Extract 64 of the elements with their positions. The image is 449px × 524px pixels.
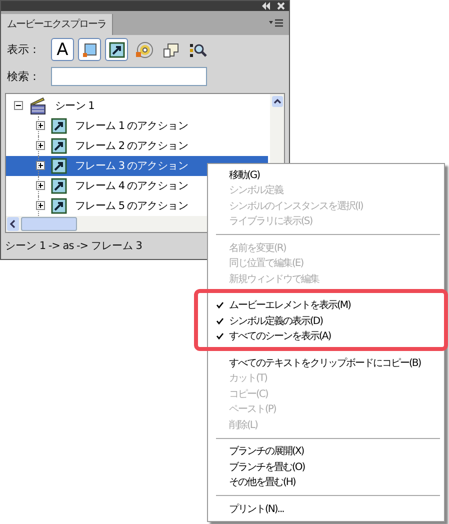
menu-item-label: コピー(C)	[229, 388, 268, 401]
square-symbol-icon	[82, 42, 98, 58]
search-label: 検索：	[7, 68, 41, 84]
disc-icon	[134, 40, 152, 59]
component-icon	[162, 42, 178, 58]
menu-item-label: 新規ウィンドウで編集	[229, 272, 319, 286]
collapse-toggle-icon[interactable]	[14, 101, 23, 110]
filter-toggle[interactable]	[105, 38, 128, 62]
arrow-square-icon	[51, 158, 67, 174]
search-field[interactable]	[51, 66, 207, 86]
menu-item-label: ライブラリに表示(S)	[229, 214, 312, 228]
tree-row[interactable]: フレーム 2 のアクション	[6, 136, 268, 156]
scroll-up-icon[interactable]	[272, 96, 282, 107]
arrow-square-icon	[51, 198, 67, 214]
tree-item[interactable]: シーン 1	[53, 98, 96, 113]
arrow-square-icon	[51, 138, 67, 154]
menu-item[interactable]: ブランチを畳む(O)	[210, 459, 442, 474]
menu-item-label: カット(T)	[229, 372, 267, 386]
tree-item-label: フレーム 5 のアクション	[74, 198, 189, 213]
show-label: 表示：	[7, 42, 41, 58]
status-bar-text: シーン 1 -> as -> フレーム 3	[5, 240, 142, 252]
menu-item[interactable]: ムービーエレメントを表示(M)	[210, 298, 442, 313]
magnifier-icon	[188, 42, 206, 58]
expand-toggle-icon[interactable]	[36, 141, 45, 150]
menu-item[interactable]: すべてのテキストをクリップボードにコピー(B)	[210, 355, 442, 370]
menu-item-label: ムービーエレメントを表示(M)	[229, 298, 350, 312]
menu-item-label: その他を畳む(H)	[229, 476, 296, 490]
expand-toggle-icon[interactable]	[36, 121, 45, 130]
expand-toggle-icon[interactable]	[36, 181, 45, 190]
arrow-square-icon	[51, 178, 67, 194]
menu-item-label: プリント(N)...	[229, 502, 284, 516]
filter-toggle[interactable]: A	[51, 38, 74, 62]
menu-item-label: ブランチの展開(X)	[229, 444, 304, 458]
scroll-thumb[interactable]	[21, 217, 77, 231]
scroll-left-icon[interactable]	[7, 217, 19, 231]
tree-row[interactable]: フレーム 1 のアクション	[6, 116, 268, 136]
menu-item[interactable]: すべてのシーンを表示(A)	[210, 328, 442, 344]
expand-toggle-icon[interactable]	[36, 161, 45, 170]
menu-item-label: 名前を変更(R)	[229, 242, 286, 255]
arrow-square-icon	[108, 42, 124, 58]
tree-item-label: フレーム 2 のアクション	[74, 138, 189, 153]
menu-item[interactable]: シンボル定義の表示(D)	[210, 313, 442, 328]
menu-item-label: 削除(L)	[229, 418, 258, 432]
tree-item-label: フレーム 4 のアクション	[74, 178, 189, 193]
menu-item[interactable]: ブランチの展開(X)	[210, 444, 442, 459]
arrow-square-icon	[51, 118, 67, 134]
menu-item-label: 同じ位置で編集(E)	[229, 256, 304, 270]
menu-item-label: シンボルのインスタンスを選択(I)	[229, 200, 363, 213]
menu-item-label: シンボル定義	[229, 184, 283, 198]
menu-item-label: ブランチを畳む(O)	[229, 460, 305, 474]
filter-toggle[interactable]	[78, 38, 101, 62]
tree-item-label: フレーム 3 のアクション	[74, 158, 189, 173]
menu-item[interactable]: その他を畳む(H)	[210, 474, 442, 490]
menu-item-label: ペースト(P)	[229, 403, 276, 416]
panel-tab[interactable]: ムービーエクスプローラ	[1, 14, 113, 35]
menu-icon[interactable]	[269, 18, 283, 27]
menu-item-label: シンボル定義の表示(D)	[229, 314, 323, 328]
menu-item[interactable]: プリント(N)...	[210, 501, 442, 516]
menu-item-label: すべてのテキストをクリップボードにコピー(B)	[229, 356, 421, 370]
menu-item-label: すべてのシーンを表示(A)	[229, 330, 331, 344]
clapperboard-icon	[29, 96, 47, 115]
tree-item-label: フレーム 1 のアクション	[74, 118, 189, 133]
expand-toggle-icon[interactable]	[36, 201, 45, 210]
close-icon[interactable]	[277, 2, 285, 10]
